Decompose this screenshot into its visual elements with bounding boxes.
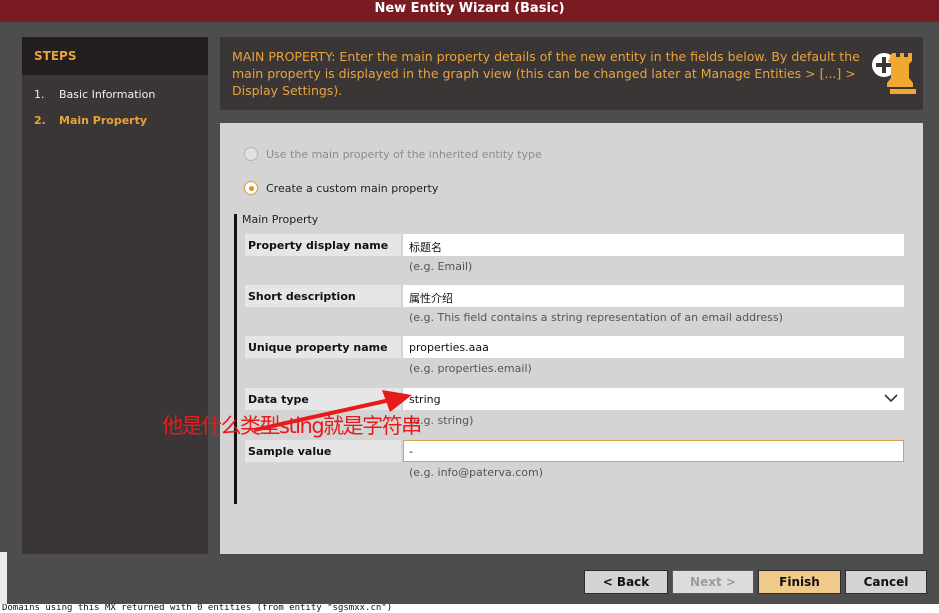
group-divider [234, 214, 237, 504]
step-main-property: 2. Main Property [34, 114, 147, 127]
field-label-display-name: Property display name [245, 234, 401, 256]
option-inherited-main-property[interactable]: Use the main property of the inherited e… [244, 147, 542, 161]
group-label: Main Property [242, 213, 319, 226]
background-window-edge [0, 552, 7, 604]
step-basic-information: 1. Basic Information [34, 88, 155, 101]
finish-button[interactable]: Finish [758, 570, 841, 594]
chevron-down-icon[interactable] [883, 390, 899, 406]
annotation-text: 他是什么类型sting就是字符串 [162, 414, 422, 438]
field-label-sample-value: Sample value [245, 440, 401, 462]
console-output: Domains using this MX returned with 0 en… [0, 604, 939, 613]
step-number: 2. [34, 114, 46, 127]
field-label-short-description: Short description [245, 285, 401, 307]
next-button[interactable]: Next > [672, 570, 754, 594]
display-name-hint: (e.g. Email) [409, 260, 473, 273]
step-label: Basic Information [59, 88, 156, 101]
info-banner: MAIN PROPERTY: Enter the main property d… [220, 37, 923, 110]
step-label: Main Property [59, 114, 148, 127]
option-custom-main-property[interactable]: Create a custom main property [244, 181, 438, 195]
radio-button[interactable] [244, 147, 258, 161]
sample-value-input[interactable]: - [403, 440, 904, 462]
short-description-hint: (e.g. This field contains a string repre… [409, 311, 783, 324]
sample-value-hint: (e.g. info@paterva.com) [409, 466, 544, 479]
info-text: MAIN PROPERTY: Enter the main property d… [232, 49, 860, 98]
unique-property-name-hint: (e.g. properties.email) [409, 362, 532, 375]
unique-property-name-input[interactable]: properties.aaa [403, 336, 904, 358]
window-title: New Entity Wizard (Basic) [0, 0, 939, 22]
cancel-button[interactable]: Cancel [845, 570, 927, 594]
add-entity-chess-rook-icon [872, 53, 916, 94]
data-type-select[interactable]: string [403, 388, 904, 410]
option-label: Create a custom main property [266, 181, 439, 195]
option-label: Use the main property of the inherited e… [266, 147, 542, 161]
short-description-input[interactable]: 属性介绍 [403, 285, 904, 307]
radio-button[interactable] [244, 181, 258, 195]
display-name-input[interactable]: 标题名 [403, 234, 904, 256]
steps-header: STEPS [22, 37, 208, 75]
step-number: 1. [34, 88, 45, 101]
back-button[interactable]: < Back [584, 570, 668, 594]
field-label-unique-name: Unique property name [245, 336, 401, 358]
